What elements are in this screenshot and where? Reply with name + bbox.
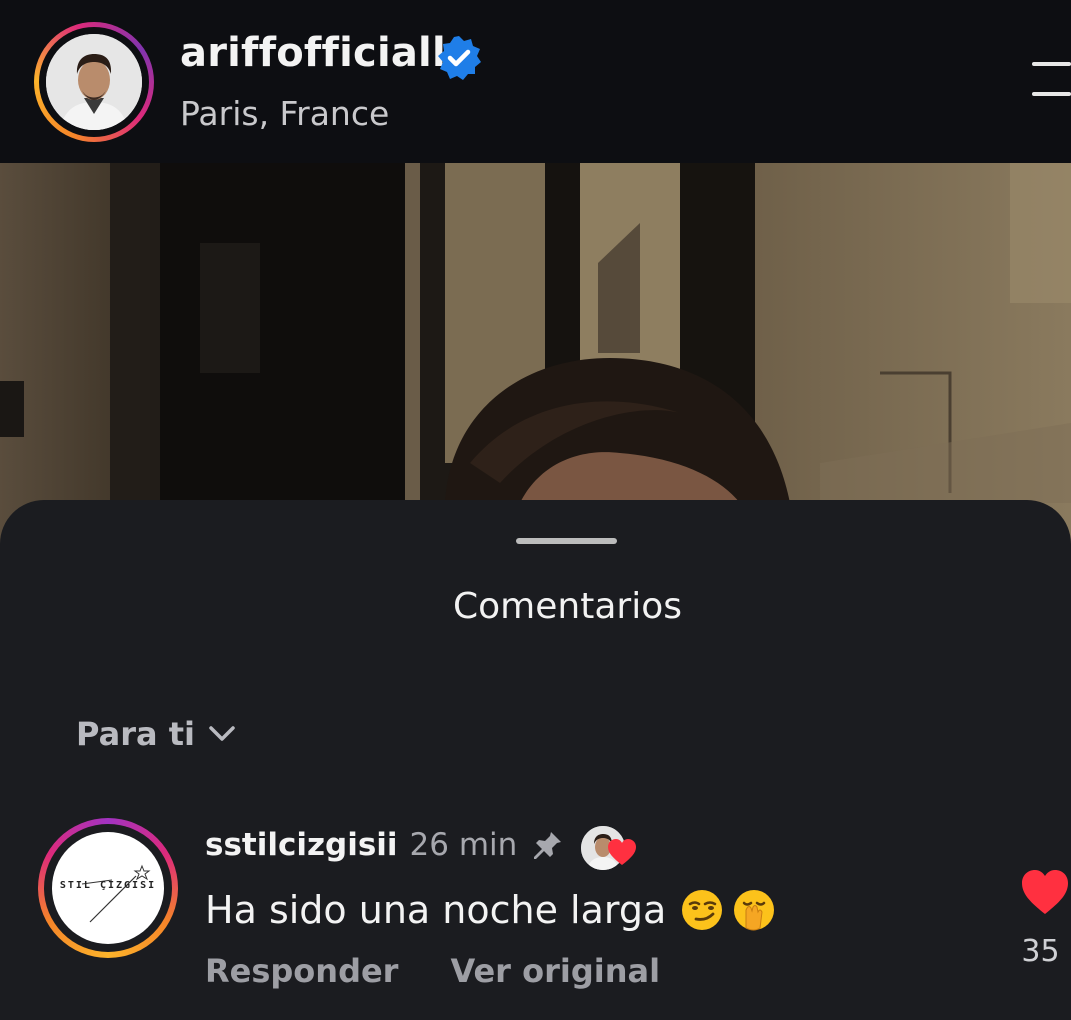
profile-photo xyxy=(46,34,142,130)
like-count: 35 xyxy=(1021,934,1060,969)
username[interactable]: ariffofficiall xyxy=(180,30,446,76)
smirking-face-icon xyxy=(682,890,723,930)
sort-label: Para ti xyxy=(76,715,195,753)
see-original-button[interactable]: Ver original xyxy=(450,952,660,990)
commenter-avatar[interactable]: STIL ÇIZGISI xyxy=(38,818,178,958)
commenter-username[interactable]: sstilcizgisii xyxy=(205,827,398,863)
drag-handle[interactable] xyxy=(516,538,617,544)
heart-icon xyxy=(608,839,637,865)
face-with-hand-over-mouth-icon xyxy=(734,890,775,931)
comment-time: 26 min xyxy=(409,827,518,863)
comment-text-row: Ha sido una noche larga xyxy=(205,888,776,932)
profile-avatar[interactable] xyxy=(34,22,154,142)
comment-meta: sstilcizgisii 26 min xyxy=(205,822,637,872)
sheet-title: Comentarios xyxy=(453,586,682,627)
liked-by-creator xyxy=(579,822,637,872)
reply-button[interactable]: Responder xyxy=(205,952,398,990)
pin-icon xyxy=(534,832,562,859)
comment-text: Ha sido una noche larga xyxy=(205,888,667,932)
menu-icon[interactable] xyxy=(1032,62,1071,102)
like-heart-icon[interactable] xyxy=(1020,868,1070,916)
logo-text: STIL ÇIZGISI xyxy=(59,880,157,891)
comments-sheet: Comentarios Para ti STIL ÇIZGISI sstilci… xyxy=(0,500,1071,1020)
sort-dropdown[interactable]: Para ti xyxy=(76,714,237,754)
post-location[interactable]: Paris, France xyxy=(180,94,389,133)
commenter-logo: STIL ÇIZGISI xyxy=(52,832,164,944)
chevron-down-icon xyxy=(209,726,235,741)
verified-badge-icon xyxy=(438,36,481,80)
comment-actions: Responder Ver original xyxy=(205,952,660,990)
post-header: ariffofficiall Paris, France xyxy=(0,0,1071,163)
